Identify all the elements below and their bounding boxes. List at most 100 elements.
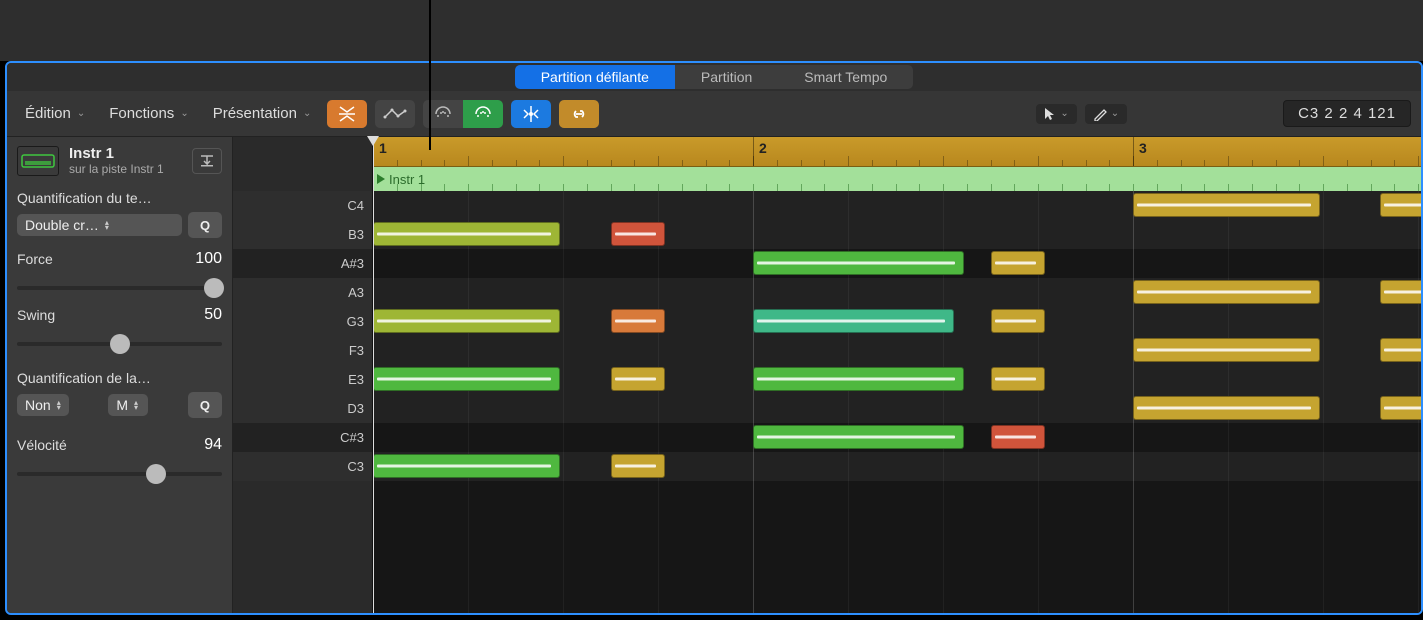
note-label: A3 bbox=[233, 278, 372, 307]
midi-note[interactable] bbox=[611, 309, 665, 333]
playhead-handle-icon[interactable] bbox=[367, 136, 379, 146]
chevron-down-icon: ⌄ bbox=[1060, 108, 1068, 119]
tab-smart-tempo[interactable]: Smart Tempo bbox=[778, 65, 913, 89]
note-label: C4 bbox=[233, 191, 372, 220]
piano-roll-editor-window: Partition défilante Partition Smart Temp… bbox=[5, 61, 1423, 615]
midi-note[interactable] bbox=[1380, 193, 1423, 217]
track-name: Instr 1 bbox=[69, 145, 164, 162]
midi-note[interactable] bbox=[373, 222, 560, 246]
midi-note[interactable] bbox=[373, 454, 560, 478]
midi-note[interactable] bbox=[373, 367, 560, 391]
inspector-panel: Instr 1 sur la piste Instr 1 Quantificat… bbox=[7, 137, 233, 613]
midi-note[interactable] bbox=[753, 425, 964, 449]
cmd-click-tool[interactable]: ⌄ bbox=[1085, 104, 1127, 124]
scale-quantize-label: Quantification de la… bbox=[17, 370, 222, 386]
strength-slider[interactable] bbox=[17, 276, 222, 300]
chevron-down-icon: ⌄ bbox=[1111, 108, 1119, 119]
time-quantize-value: Double cr… bbox=[25, 217, 99, 233]
stepper-arrows-icon: ▴▾ bbox=[57, 400, 61, 410]
midi-note[interactable] bbox=[1133, 193, 1320, 217]
midi-note[interactable] bbox=[1133, 338, 1320, 362]
pointer-icon bbox=[1044, 107, 1056, 121]
midi-note[interactable] bbox=[991, 425, 1045, 449]
keyboard-synth-icon bbox=[21, 152, 55, 170]
velocity-slider[interactable] bbox=[17, 462, 222, 486]
tab-score[interactable]: Partition bbox=[675, 65, 778, 89]
midi-out-icon bbox=[434, 106, 452, 122]
midi-note[interactable] bbox=[1380, 396, 1423, 420]
strength-value: 100 bbox=[195, 250, 222, 268]
view-menu[interactable]: Présentation ⌄ bbox=[205, 101, 320, 126]
quantize-button[interactable]: Q bbox=[188, 212, 222, 238]
note-label: E3 bbox=[233, 365, 372, 394]
midi-note[interactable] bbox=[753, 367, 964, 391]
functions-menu[interactable]: Fonctions ⌄ bbox=[101, 101, 196, 126]
edit-menu-label: Édition bbox=[25, 105, 71, 122]
catch-arrow-icon bbox=[199, 154, 215, 168]
stepper-arrows-icon: ▴▾ bbox=[105, 220, 109, 230]
catch-button[interactable] bbox=[192, 148, 222, 174]
midi-note[interactable] bbox=[753, 309, 954, 333]
midi-note[interactable] bbox=[373, 309, 560, 333]
note-label: F3 bbox=[233, 336, 372, 365]
chevron-down-icon: ⌄ bbox=[77, 108, 85, 119]
scale-quant-value-1: Non bbox=[25, 397, 51, 413]
automation-icon bbox=[383, 107, 407, 121]
scale-quantize-button[interactable]: Q bbox=[188, 392, 222, 418]
region-header[interactable]: Instr 1 bbox=[373, 167, 1421, 191]
ruler-bar-label: 2 bbox=[759, 140, 767, 156]
instrument-icon bbox=[17, 146, 59, 176]
playhead[interactable] bbox=[373, 137, 374, 613]
note-label: A#3 bbox=[233, 249, 372, 278]
midi-note[interactable] bbox=[991, 367, 1045, 391]
slider-track bbox=[17, 472, 222, 476]
link-icon bbox=[569, 107, 589, 121]
catch-playhead-button[interactable] bbox=[511, 100, 551, 128]
swing-value: 50 bbox=[204, 306, 222, 324]
midi-note[interactable] bbox=[611, 367, 665, 391]
collapse-icon bbox=[337, 106, 357, 122]
midi-note[interactable] bbox=[753, 251, 964, 275]
slider-thumb[interactable] bbox=[146, 464, 166, 484]
background-dark-area bbox=[0, 0, 1423, 61]
swing-label: Swing bbox=[17, 307, 55, 323]
midi-note[interactable] bbox=[1133, 280, 1320, 304]
collapse-button[interactable] bbox=[327, 100, 367, 128]
midi-note[interactable] bbox=[611, 222, 665, 246]
midi-note[interactable] bbox=[611, 454, 665, 478]
functions-menu-label: Fonctions bbox=[109, 105, 174, 122]
slider-thumb[interactable] bbox=[110, 334, 130, 354]
scale-quant-value-2: M bbox=[116, 397, 128, 413]
editor-toolbar: Édition ⌄ Fonctions ⌄ Présentation ⌄ bbox=[7, 91, 1421, 137]
swing-slider[interactable] bbox=[17, 332, 222, 356]
time-quantize-popup[interactable]: Double cr… ▴▾ bbox=[17, 214, 182, 236]
link-button[interactable] bbox=[559, 100, 599, 128]
velocity-value: 94 bbox=[204, 436, 222, 454]
tab-piano-roll[interactable]: Partition défilante bbox=[515, 65, 675, 89]
chevron-down-icon: ⌄ bbox=[180, 108, 188, 119]
play-triangle-icon bbox=[377, 174, 385, 184]
midi-note[interactable] bbox=[1133, 396, 1320, 420]
bar-ruler[interactable]: 123 bbox=[373, 137, 1421, 167]
stepper-arrows-icon: ▴▾ bbox=[134, 400, 138, 410]
left-click-tool[interactable]: ⌄ bbox=[1036, 104, 1076, 124]
note-label: G3 bbox=[233, 307, 372, 336]
info-display: C3 2 2 4 121 bbox=[1283, 100, 1411, 127]
automation-button[interactable] bbox=[375, 100, 415, 128]
midi-note[interactable] bbox=[991, 251, 1045, 275]
slider-thumb[interactable] bbox=[204, 278, 224, 298]
midi-note[interactable] bbox=[1380, 280, 1423, 304]
scale-quantize-popup-2[interactable]: M ▴▾ bbox=[108, 394, 148, 416]
note-label: B3 bbox=[233, 220, 372, 249]
snap-icon bbox=[522, 105, 540, 123]
strength-label: Force bbox=[17, 251, 53, 267]
scale-quantize-popup-1[interactable]: Non ▴▾ bbox=[17, 394, 69, 416]
time-quantize-label: Quantification du te… bbox=[17, 190, 222, 206]
note-grid[interactable] bbox=[373, 191, 1421, 613]
midi-in-button[interactable] bbox=[463, 100, 503, 128]
midi-note[interactable] bbox=[1380, 338, 1423, 362]
midi-note[interactable] bbox=[991, 309, 1045, 333]
edit-menu[interactable]: Édition ⌄ bbox=[17, 101, 93, 126]
note-label: C#3 bbox=[233, 423, 372, 452]
pencil-icon bbox=[1093, 107, 1107, 121]
